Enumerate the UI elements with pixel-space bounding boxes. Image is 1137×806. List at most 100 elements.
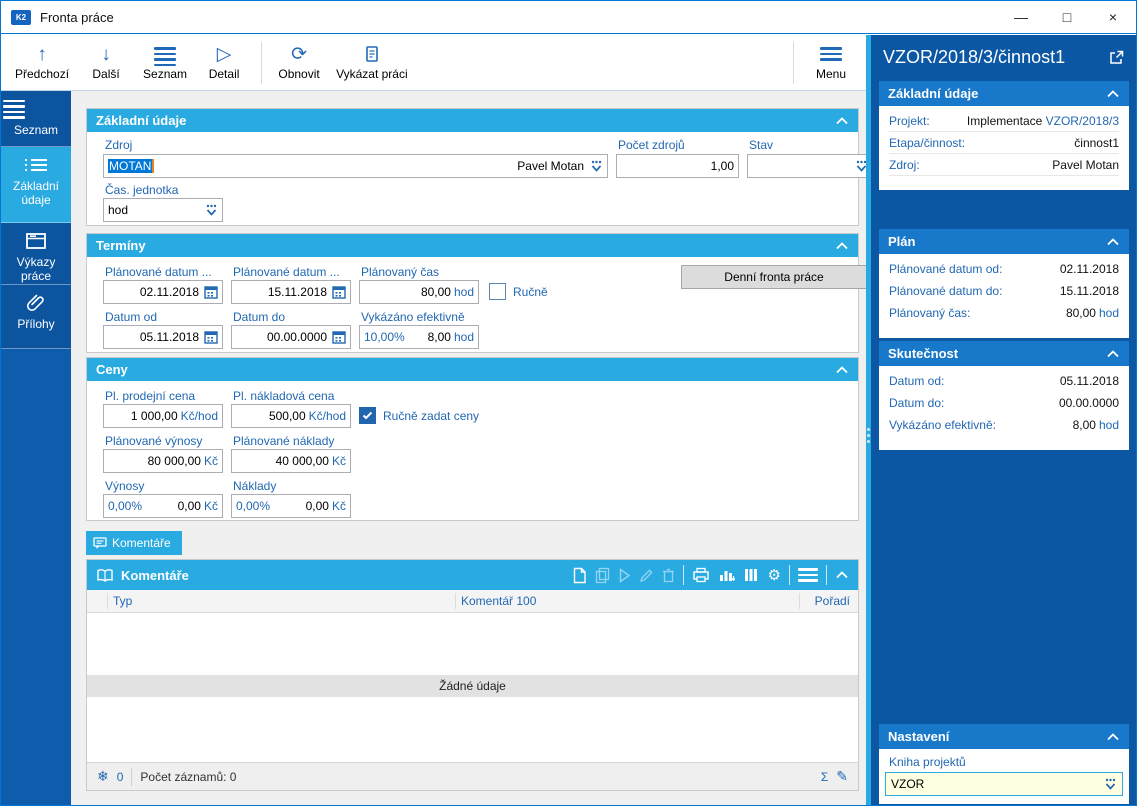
column-header-poradi[interactable]: Pořadí <box>815 594 850 608</box>
grid-toolbar-separator <box>682 565 684 585</box>
calendar-icon[interactable] <box>204 285 218 299</box>
open-record-icon[interactable] <box>618 567 631 583</box>
pl-nakladova-cena-input[interactable]: 500,00 Kč/hod <box>231 404 351 428</box>
detail-button[interactable]: ▷ Detail <box>195 38 253 88</box>
pocet-zdroju-input[interactable]: 1,00 <box>616 154 739 178</box>
calendar-icon[interactable] <box>204 330 218 344</box>
minimize-button[interactable]: — <box>998 1 1044 33</box>
rucne-checkbox[interactable] <box>489 283 506 300</box>
report-work-button[interactable]: Vykázat práci <box>328 38 416 88</box>
chevron-up-icon[interactable] <box>1106 349 1120 359</box>
section-header-terminy[interactable]: Termíny <box>87 234 858 257</box>
speech-bubble-icon <box>93 536 107 550</box>
print-icon[interactable] <box>692 567 710 583</box>
delete-record-icon[interactable] <box>662 568 675 583</box>
sidebar-item-vykazy-prace[interactable]: Výkazy práce <box>1 223 71 285</box>
info-row: Vykázáno efektivně: 8,00 hod <box>889 418 1119 432</box>
calendar-icon[interactable] <box>332 330 346 344</box>
arrow-up-icon: ↑ <box>37 43 47 65</box>
naklady-input[interactable]: 0,00% 0,00 Kč <box>231 494 351 518</box>
cas-jednotka-input[interactable]: hod <box>103 198 223 222</box>
chevron-up-icon[interactable] <box>835 241 849 251</box>
refresh-icon: ⟳ <box>291 43 308 65</box>
denni-fronta-prace-button[interactable]: Denní fronta práce <box>681 265 867 289</box>
sidebar-item-seznam[interactable]: Seznam <box>1 91 71 147</box>
comments-grid: Komentáře ⚙ Typ Komentář 100 Pořadí Žádn… <box>86 559 859 791</box>
kniha-projektu-input[interactable]: VZOR <box>885 772 1123 796</box>
chart-export-icon[interactable] <box>718 567 735 583</box>
section-terminy: Termíny Plánované datum ... 02.11.2018 P… <box>86 233 867 353</box>
planovane-vynosy-input[interactable]: 80 000,00 Kč <box>103 449 223 473</box>
card-header[interactable]: Nastavení <box>879 724 1129 749</box>
planovane-naklady-label: Plánované náklady <box>233 434 335 448</box>
left-sidebar: Seznam Základní údaje Výkazy práce Přílo… <box>1 91 71 805</box>
chevron-up-icon[interactable] <box>835 116 849 126</box>
grid-menu-icon[interactable] <box>798 565 818 585</box>
dropdown-icon[interactable] <box>205 203 218 218</box>
section-header-zakladni[interactable]: Základní údaje <box>87 109 858 132</box>
paperclip-icon <box>3 293 69 313</box>
comments-grid-header: Komentáře ⚙ <box>87 560 858 590</box>
info-row: Datum do: 00.00.0000 <box>889 396 1119 410</box>
tab-komentare[interactable]: Komentáře <box>86 531 182 555</box>
vynosy-input[interactable]: 0,00% 0,00 Kč <box>103 494 223 518</box>
rucne-zadat-ceny-label: Ručně zadat ceny <box>383 409 480 423</box>
rucne-zadat-ceny-checkbox[interactable] <box>359 407 376 424</box>
sidebar-item-zakladni-udaje[interactable]: Základní údaje <box>1 147 71 223</box>
chevron-up-icon[interactable] <box>835 365 849 375</box>
plan-cas-input[interactable]: 80,00 hod <box>359 280 479 304</box>
chevron-up-icon[interactable] <box>1106 89 1120 99</box>
card-header[interactable]: Skutečnost <box>879 341 1129 366</box>
stav-label: Stav <box>749 138 774 152</box>
columns-export-icon[interactable] <box>743 567 760 583</box>
plan-datum-od-input[interactable]: 02.11.2018 <box>103 280 223 304</box>
sidebar-item-prilohy[interactable]: Přílohy <box>1 285 71 349</box>
zdroj-display-name: Pavel Motan <box>517 159 584 173</box>
info-row: Etapa/činnost: činnost1 <box>889 132 1119 154</box>
pl-prodejni-cena-input[interactable]: 1 000,00 Kč/hod <box>103 404 223 428</box>
vykazano-efektivne-input[interactable]: 10,00% 8,00 hod <box>359 325 479 349</box>
calendar-icon[interactable] <box>332 285 346 299</box>
edit-record-icon[interactable] <box>639 568 654 583</box>
plan-datum-do-input[interactable]: 15.11.2018 <box>231 280 351 304</box>
gear-icon[interactable]: ⚙ <box>768 568 781 583</box>
snowflake-filter-icon[interactable]: ❄ <box>97 768 109 785</box>
chevron-up-icon[interactable] <box>1106 237 1120 247</box>
datum-od-label: Datum od <box>105 310 158 324</box>
project-link[interactable]: VZOR/2018/3 <box>1046 114 1119 128</box>
stav-input[interactable] <box>747 154 873 178</box>
pl-nakladova-cena-label: Pl. nákladová cena <box>233 389 335 403</box>
section-header-ceny[interactable]: Ceny <box>87 358 858 381</box>
cas-jednotka-label: Čas. jednotka <box>105 183 179 197</box>
card-header[interactable]: Základní údaje <box>879 81 1129 106</box>
main-content: Základní údaje Zdroj MOTAN Pavel Motan P… <box>71 91 873 805</box>
new-record-icon[interactable] <box>572 567 587 584</box>
refresh-button[interactable]: ⟳ Obnovit <box>270 38 328 88</box>
filter-count: 0 <box>116 769 124 784</box>
pencil-icon[interactable]: ✎ <box>836 768 848 785</box>
sum-icon[interactable]: Σ <box>821 770 828 784</box>
open-external-icon[interactable] <box>1108 49 1125 66</box>
chevron-up-icon[interactable] <box>1106 732 1120 742</box>
previous-button[interactable]: ↑ Předchozí <box>7 38 77 88</box>
planovane-naklady-input[interactable]: 40 000,00 Kč <box>231 449 351 473</box>
menu-button[interactable]: Menu <box>802 38 860 88</box>
copy-record-icon[interactable] <box>595 567 610 584</box>
datum-od-input[interactable]: 05.11.2018 <box>103 325 223 349</box>
record-title: VZOR/2018/3/činnost1 <box>883 47 1125 68</box>
next-button[interactable]: ↓ Další <box>77 38 135 88</box>
chevron-up-icon[interactable] <box>835 570 849 580</box>
rucne-checkbox-label: Ručně <box>513 285 548 299</box>
card-header[interactable]: Plán <box>879 229 1129 254</box>
zdroj-input[interactable]: MOTAN Pavel Motan <box>103 154 608 178</box>
maximize-button[interactable]: □ <box>1044 1 1090 33</box>
datum-do-input[interactable]: 00.00.0000 <box>231 325 351 349</box>
dropdown-icon[interactable] <box>590 159 603 174</box>
column-header-typ[interactable]: Typ <box>113 594 132 608</box>
plan-datum-do-label: Plánované datum ... <box>233 265 340 279</box>
list-button[interactable]: Seznam <box>135 38 195 88</box>
column-header-komentar[interactable]: Komentář 100 <box>461 594 536 608</box>
dropdown-icon[interactable] <box>1104 777 1117 792</box>
hamburger-icon <box>154 44 177 66</box>
close-button[interactable]: × <box>1090 1 1136 33</box>
